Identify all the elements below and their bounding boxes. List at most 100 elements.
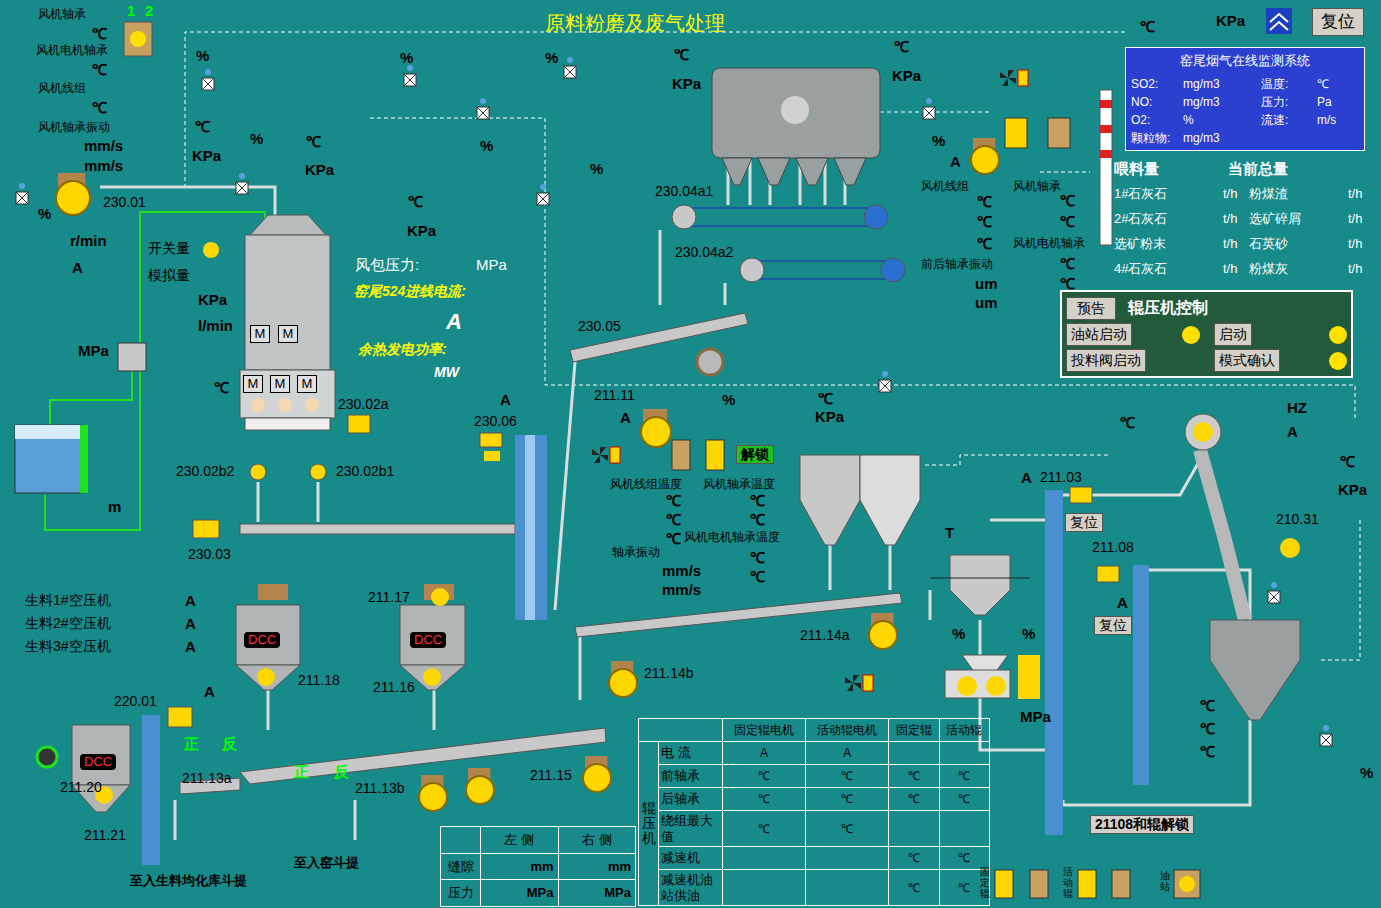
canvas-label: A (185, 616, 196, 631)
emission-monitor-panel: 窑尾烟气在线监测系统SO2:mg/m3温度:℃NO:mg/m3压力:PaO2:%… (1125, 47, 1365, 151)
canvas-label: 211.08 (1092, 540, 1134, 554)
canvas-label: ℃ (674, 47, 689, 62)
canvas-label: ℃ (1060, 256, 1075, 271)
canvas-label: 211.13a (182, 771, 232, 785)
canvas-label: ℃ (92, 26, 107, 41)
canvas-label: 正 (294, 764, 309, 779)
canvas-label: % (722, 392, 735, 407)
lamp-icon (310, 464, 326, 480)
pinwheel-icon (845, 675, 873, 691)
canvas-label: ℃ (195, 119, 210, 134)
canvas-label: 风机轴承 (1013, 180, 1061, 192)
feed-row: 选矿粉末t/h石英砂t/h (1114, 231, 1376, 256)
raw-mill (240, 215, 335, 430)
table-row: 前轴承℃℃℃℃ (639, 765, 990, 788)
canvas-label: ℃ (1200, 744, 1215, 759)
canvas-label: 风机线组温度 (610, 478, 682, 490)
preview-button[interactable]: 预告 (1066, 297, 1116, 320)
canvas-label: MPa (78, 343, 109, 358)
canvas-label: 230.06 (474, 414, 517, 428)
canvas-label: A (1287, 424, 1298, 439)
canvas-label: A (500, 392, 511, 407)
canvas-label: ℃ (750, 550, 765, 565)
fan-icon (641, 409, 671, 447)
canvas-label: % (932, 133, 945, 148)
canvas-label: KPa (1338, 482, 1367, 497)
canvas-label: um (975, 295, 998, 310)
panel-title: 辊压机控制 (1128, 296, 1208, 320)
dcc-badge: DCC (80, 754, 116, 770)
canvas-label: 风机线组 (38, 82, 86, 94)
canvas-label: KPa (407, 223, 436, 238)
monitor-row: SO2:mg/m3温度:℃ (1131, 75, 1359, 93)
canvas-label: ℃ (1060, 214, 1075, 229)
bottom-icons (995, 870, 1200, 898)
canvas-label: % (1022, 626, 1035, 641)
feed-panel: 喂料量当前总量1#石灰石t/h粉煤渣t/h2#石灰石t/h选矿碎屑t/h选矿粉末… (1114, 158, 1376, 281)
canvas-label: KPa (815, 409, 844, 424)
control-row: 启动 (1214, 323, 1348, 346)
lamp-icon (1280, 538, 1300, 558)
valve-icon (404, 65, 416, 86)
canvas-label: ℃ (408, 194, 423, 209)
canvas-label: 余热发电功率: (358, 342, 447, 356)
canvas-label: 230.02a (338, 397, 389, 411)
feed-row: 1#石灰石t/h粉煤渣t/h (1114, 181, 1376, 206)
canvas-label: ℃ (1200, 698, 1215, 713)
monitor-row: 颗粒物:mg/m3 (1131, 129, 1359, 147)
canvas-label: 风机电机轴承 (36, 44, 108, 56)
canvas-label: % (545, 50, 558, 65)
reset-button[interactable]: 复位 (1312, 8, 1364, 36)
canvas-label: % (590, 161, 603, 176)
fan-icon (697, 349, 723, 375)
canvas-label: 正 (184, 736, 199, 751)
canvas-label: 211.16 (373, 680, 415, 694)
reset-button[interactable]: 复位 (1065, 513, 1103, 532)
canvas-label: % (38, 206, 51, 221)
canvas-label: A (950, 154, 961, 169)
canvas-label: ℃ (1060, 193, 1075, 208)
canvas-label: 211.14b (644, 666, 694, 680)
fan-icon (869, 613, 897, 649)
canvas-label: 230.02b1 (336, 464, 394, 478)
reset-button[interactable]: 复位 (1094, 616, 1132, 635)
canvas-label: 风机电机轴承 (1013, 237, 1085, 249)
fan-icon (37, 747, 57, 767)
canvas-label: % (480, 138, 493, 153)
canvas-label: % (250, 131, 263, 146)
control-button[interactable]: 启动 (1214, 323, 1252, 346)
silos (800, 455, 920, 545)
canvas-label: 生料1#空压机 (25, 593, 111, 607)
column-header: 活动辊电机 (806, 719, 889, 742)
screw-conveyor (193, 520, 515, 538)
elevators-right (1045, 487, 1149, 835)
canvas-label: ℃ (750, 569, 765, 584)
mill-motor: M (270, 375, 290, 393)
canvas-label: mm/s (84, 158, 123, 173)
control-button[interactable]: 模式确认 (1214, 349, 1280, 372)
screen-title: 原料粉磨及废气处理 (545, 8, 725, 38)
canvas-label: 211.18 (298, 673, 340, 687)
canvas-label: 210.31 (1276, 512, 1319, 526)
canvas-label: um (975, 276, 998, 291)
table-row: 压力MPaMPa (441, 880, 636, 907)
roller-unlock-button[interactable]: 21108和辊解锁 (1090, 815, 1194, 834)
canvas-label: ℃ (214, 380, 229, 395)
canvas-label: 模拟量 (148, 268, 190, 282)
control-button[interactable]: 投料阀启动 (1066, 349, 1146, 372)
canvas-label: KPa (198, 292, 227, 307)
valve-icon (1268, 582, 1280, 603)
unlock-button[interactable]: 解锁 (736, 445, 774, 464)
motor-icon (348, 415, 370, 433)
control-row: 投料阀启动 (1066, 349, 1200, 372)
canvas-label: 211.15 (530, 768, 572, 782)
feed-header: 喂料量当前总量 (1114, 158, 1376, 181)
status-lamp (1329, 352, 1347, 370)
table-row: 后轴承℃℃℃℃ (639, 788, 990, 811)
control-button[interactable]: 油站启动 (1066, 323, 1132, 346)
valve-icon (923, 98, 935, 119)
dcc-units (72, 584, 465, 812)
canvas-label: 2 (145, 3, 153, 18)
control-row: 模式确认 (1214, 349, 1348, 372)
pipes (100, 160, 1250, 840)
